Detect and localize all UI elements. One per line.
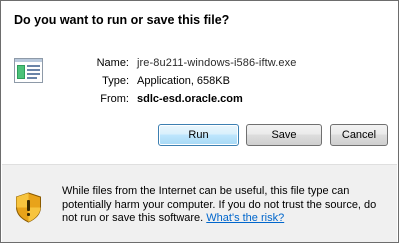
file-name-value: jre-8u211-windows-i586-iftw.exe [137, 57, 297, 69]
security-shield-icon [16, 192, 41, 223]
file-source-value: sdlc-esd.oracle.com [137, 93, 243, 105]
dialog-title: Do you want to run or save this file? [14, 13, 230, 27]
security-warning-panel: While files from the Internet can be use… [2, 165, 397, 242]
run-button[interactable]: Run [158, 124, 239, 146]
cancel-button[interactable]: Cancel [330, 124, 388, 146]
file-source-label: From: [100, 93, 129, 105]
installer-icon [14, 58, 43, 83]
file-download-dialog: Do you want to run or save this file? Na… [0, 0, 399, 243]
file-name-label: Name: [96, 57, 129, 69]
file-type-label: Type: [102, 75, 129, 87]
save-button[interactable]: Save [246, 124, 322, 146]
file-type-value: Application, 658KB [137, 75, 230, 87]
security-warning-message: While files from the Internet can be use… [62, 185, 392, 226]
whats-the-risk-link[interactable]: What's the risk? [206, 212, 284, 224]
